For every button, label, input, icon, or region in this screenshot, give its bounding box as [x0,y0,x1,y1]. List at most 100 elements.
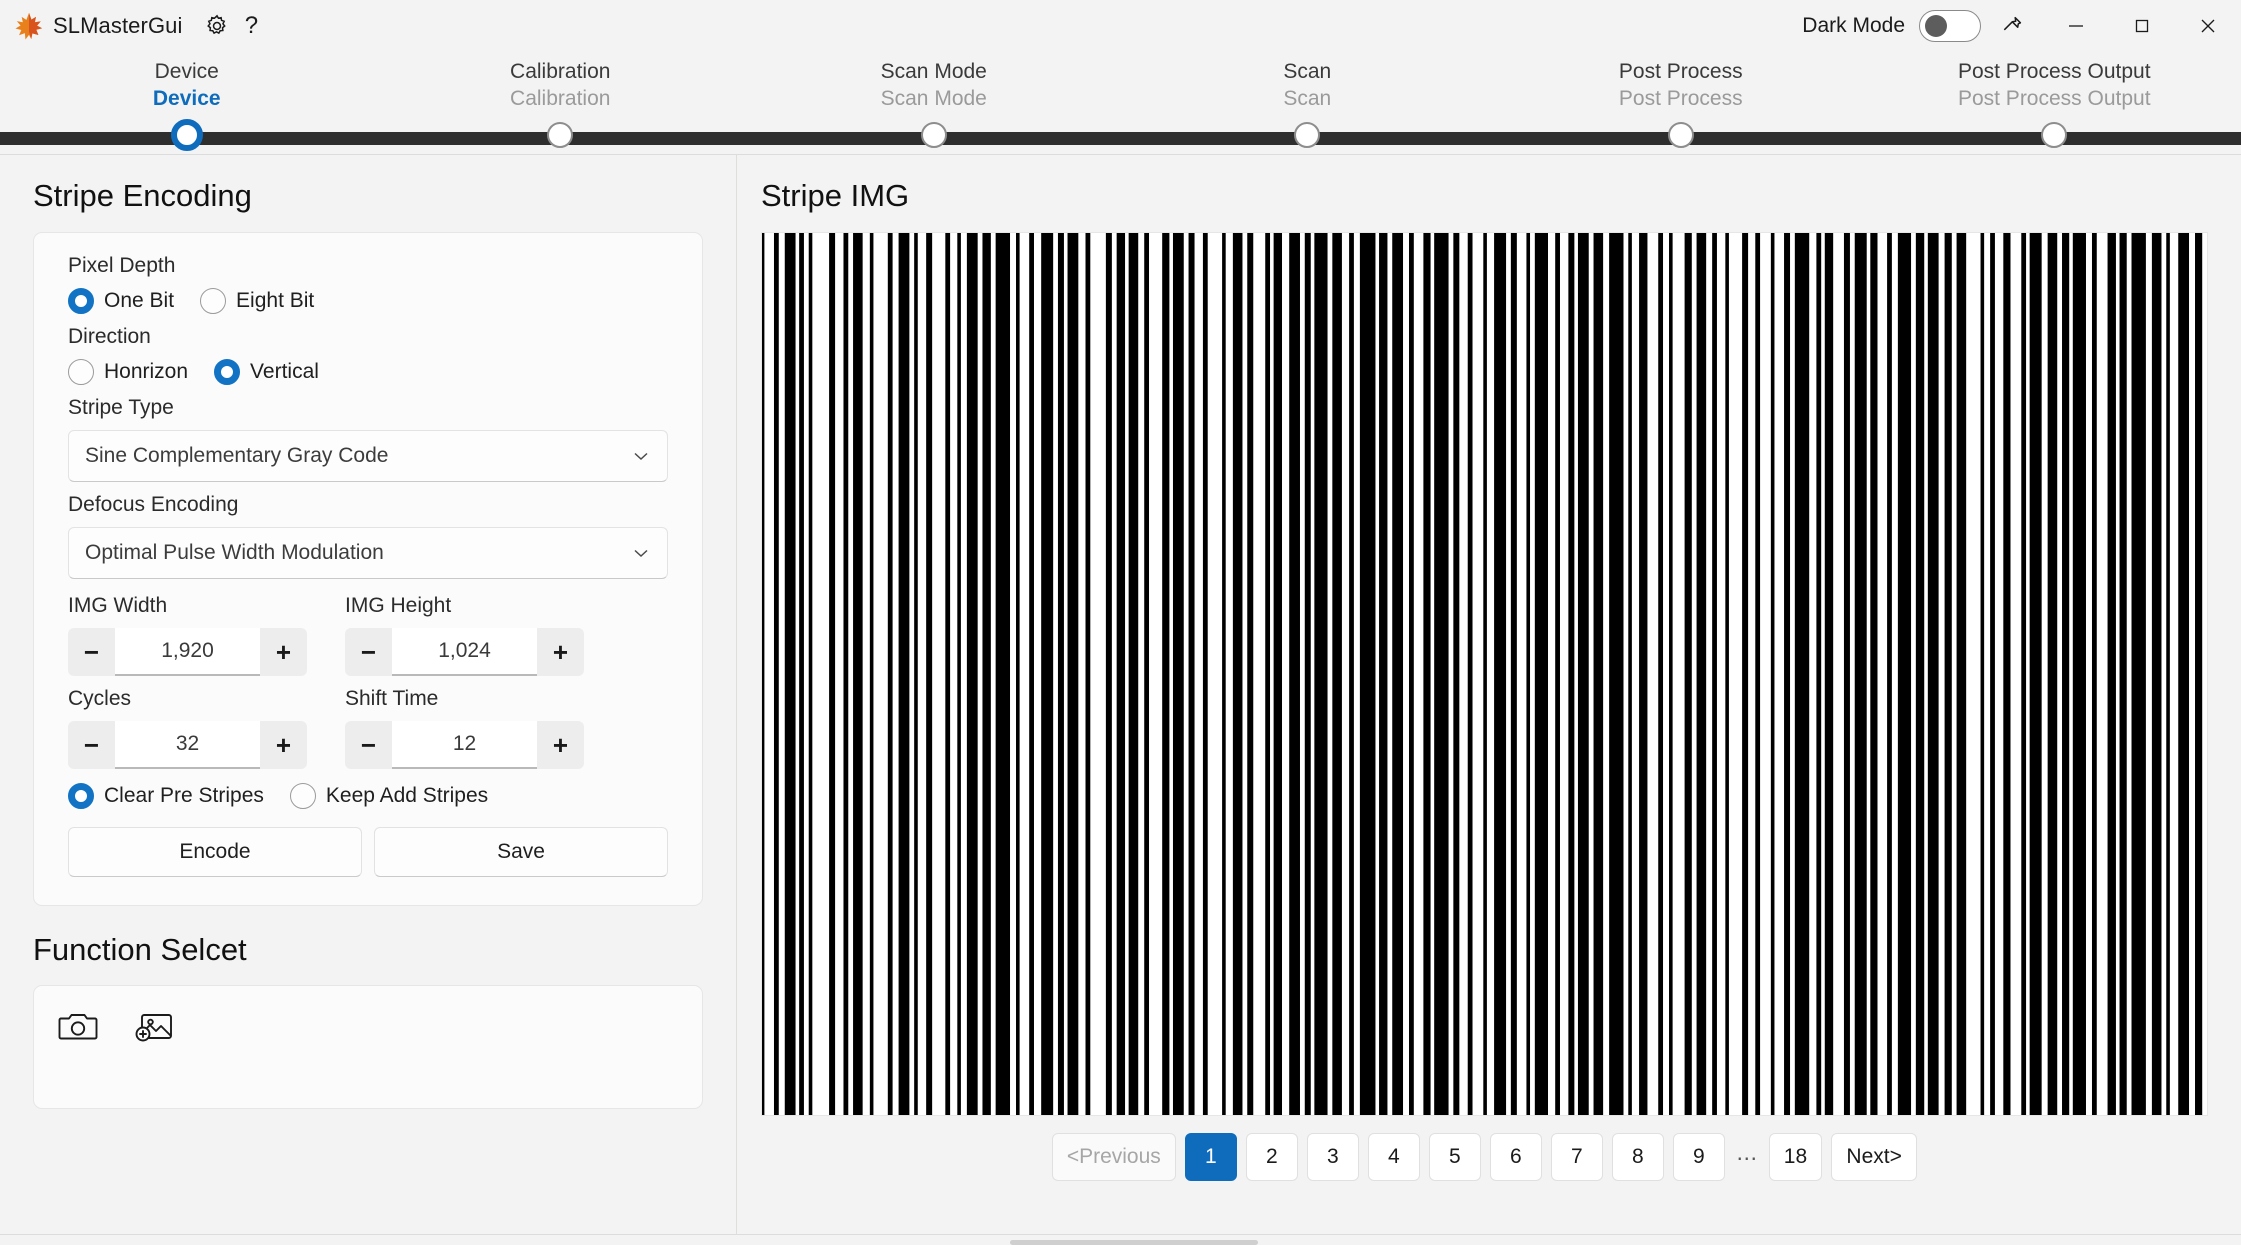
camera-icon[interactable] [50,1000,106,1052]
img-height-stepper: − 1,024 + [345,628,584,676]
pagination-page-18[interactable]: 18 [1768,1133,1823,1181]
stepper-step-scan-mode[interactable]: Scan Mode Scan Mode [747,52,1121,112]
minimize-button[interactable] [2043,0,2109,52]
stepper-step-device[interactable]: Device Device [0,52,374,112]
cycles-increment[interactable]: + [260,721,307,769]
step-label-bottom: Post Process [1618,87,1743,110]
radio-button[interactable] [200,288,227,314]
status-progress-indicator [1010,1240,1258,1245]
step-label-top: Post Process [1618,60,1743,83]
img-width-decrement[interactable]: − [68,628,115,676]
img-height-decrement[interactable]: − [345,628,392,676]
step-label-bottom: Device [152,87,221,110]
stripe-encoding-card: Pixel Depth One Bit Eight Bit Direction H… [33,232,703,906]
img-width-increment[interactable]: + [260,628,307,676]
step-label-top: Scan Mode [880,60,987,83]
add-image-icon[interactable] [126,1000,182,1052]
stepper-dot-5[interactable] [1667,122,1694,148]
stepper-dot-4[interactable] [1294,122,1321,148]
radio-button[interactable] [68,288,94,314]
stepper-dot-1[interactable] [170,119,203,151]
direction-label: Direction [68,325,151,348]
stripe-mode-option-keep-add-stripes[interactable]: Keep Add Stripes [289,783,489,809]
pagination-page-9[interactable]: 9 [1672,1133,1725,1181]
application-window: SLMasterGui ? Dark Mode Device Device Ca… [0,0,2241,1245]
stripe-mode-option-clear-pre-stripes[interactable]: Clear Pre Stripes [68,783,264,809]
size-spinners-row: IMG Width − 1,920 + IMG Height − 1,024 + [68,583,668,676]
pagination-page-4[interactable]: 4 [1367,1133,1420,1181]
radio-button[interactable] [68,783,94,809]
pagination-page-8[interactable]: 8 [1611,1133,1664,1181]
pagination-page-3[interactable]: 3 [1306,1133,1359,1181]
close-button[interactable] [2175,0,2241,52]
defocus-encoding-value: Optimal Pulse Width Modulation [85,541,384,564]
pagination-page-7[interactable]: 7 [1550,1133,1603,1181]
stripe-img-title: Stripe IMG [761,178,910,213]
chevron-down-icon [634,452,648,461]
stripe-type-value: Sine Complementary Gray Code [85,444,389,467]
status-bar [0,1234,2241,1245]
pixel-depth-label: Pixel Depth [68,254,176,277]
img-width-value[interactable]: 1,920 [115,628,260,676]
shift-time-label: Shift Time [345,687,439,710]
step-label-bottom: Scan Mode [880,87,987,110]
pagination-next[interactable]: Next> [1831,1133,1918,1181]
toggle-knob [1925,15,1947,37]
img-height-group: IMG Height − 1,024 + [345,583,584,676]
question-mark-icon[interactable]: ? [234,9,268,43]
cycles-value[interactable]: 32 [115,721,260,769]
radio-button[interactable] [289,783,316,809]
img-height-increment[interactable]: + [537,628,584,676]
pagination-page-2[interactable]: 2 [1245,1133,1298,1181]
pagination-ellipsis: ⋯ [1736,1147,1758,1170]
stepper-labels: Device Device Calibration Calibration Scan M… [0,52,2241,112]
stepper-step-post-process[interactable]: Post Process Post Process [1494,52,1868,112]
step-label-top: Scan [1283,60,1332,83]
workflow-stepper: Device Device Calibration Calibration Scan M… [0,52,2241,154]
shift-time-group: Shift Time − 12 + [345,676,584,769]
cycles-decrement[interactable]: − [68,721,115,769]
stepper-step-post-process-output[interactable]: Post Process Output Post Process Output [1868,52,2241,112]
main-content: Stripe Encoding Pixel Depth One Bit Eight… [0,154,2241,1245]
maximize-button[interactable] [2109,0,2175,52]
gear-icon[interactable] [200,9,234,43]
stripe-encoding-title: Stripe Encoding [33,178,252,213]
img-height-value[interactable]: 1,024 [392,628,537,676]
step-label-bottom: Calibration [510,87,611,110]
stepper-step-scan[interactable]: Scan Scan [1121,52,1495,112]
stepper-dot-cell [1121,122,1495,151]
stepper-dot-6[interactable] [2041,122,2068,148]
radio-label: One Bit [104,289,175,312]
shift-time-increment[interactable]: + [537,721,584,769]
direction-option-honrizon[interactable]: Honrizon [68,359,188,385]
stepper-step-calibration[interactable]: Calibration Calibration [374,52,748,112]
left-panel: Stripe Encoding Pixel Depth One Bit Eight… [0,155,737,1245]
dark-mode-toggle[interactable] [1919,10,1981,42]
stripe-pattern [762,233,2207,1115]
pagination-page-6[interactable]: 6 [1489,1133,1542,1181]
shift-time-value[interactable]: 12 [392,721,537,769]
title-bar: SLMasterGui ? Dark Mode [0,0,2241,52]
pagination-page-1[interactable]: 1 [1184,1133,1237,1181]
pixel-depth-option-one-bit[interactable]: One Bit [68,288,174,314]
shift-time-decrement[interactable]: − [345,721,392,769]
pagination: <Previous 1 2 3 4 5 6 7 8 9 ⋯ 18 Next> [761,1133,2208,1181]
encode-button[interactable]: Encode [68,827,362,877]
direction-radio-group: Honrizon Vertical [68,359,668,385]
stripe-image-viewer[interactable] [761,232,2208,1116]
direction-option-vertical[interactable]: Vertical [214,359,319,385]
cycles-group: Cycles − 32 + [68,676,307,769]
radio-label: Keep Add Stripes [325,784,489,807]
defocus-encoding-select[interactable]: Optimal Pulse Width Modulation [68,527,668,579]
stepper-dot-3[interactable] [920,122,947,148]
stripe-type-select[interactable]: Sine Complementary Gray Code [68,430,668,482]
radio-button[interactable] [214,359,241,385]
save-button[interactable]: Save [374,827,668,877]
pagination-page-5[interactable]: 5 [1428,1133,1481,1181]
stepper-dot-cell [747,122,1121,151]
pin-icon[interactable] [1981,0,2043,52]
radio-button[interactable] [68,359,94,385]
stepper-dot-2[interactable] [547,122,574,148]
pixel-depth-option-eight-bit[interactable]: Eight Bit [200,288,314,314]
stripe-type-label: Stripe Type [68,396,174,419]
